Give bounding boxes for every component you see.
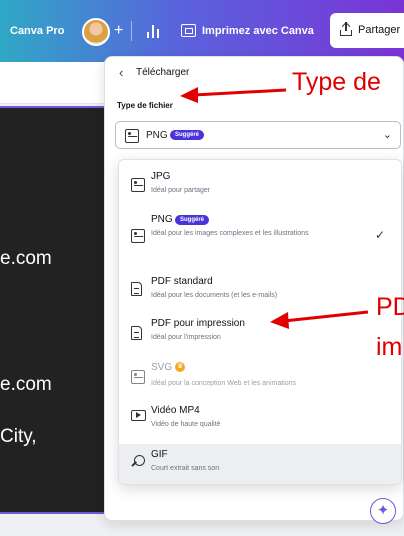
magic-assistant-button[interactable]: ✦ bbox=[370, 498, 396, 524]
format-name: PDF standard bbox=[151, 276, 213, 287]
avatar[interactable] bbox=[82, 18, 110, 46]
annotation-arrow bbox=[270, 310, 369, 329]
insights-icon[interactable] bbox=[146, 22, 162, 38]
format-desc: Idéal pour la conception Web et les anim… bbox=[151, 380, 297, 387]
selected-format: PNG bbox=[146, 130, 168, 141]
format-option-jpg[interactable]: JPG Idéal pour partager bbox=[119, 160, 401, 210]
share-icon bbox=[340, 22, 352, 36]
suggested-badge: Suggéré bbox=[175, 215, 210, 225]
file-type-select[interactable]: PNG Suggéré ⌄ bbox=[115, 121, 401, 149]
share-button[interactable]: Partager bbox=[330, 13, 404, 48]
format-option-mp4[interactable]: Vidéo MP4 Vidéo de haute qualité bbox=[119, 402, 401, 444]
video-icon bbox=[131, 410, 146, 421]
format-name: PNG bbox=[151, 214, 173, 225]
share-label: Partager bbox=[358, 24, 401, 36]
format-name: PDF pour impression bbox=[151, 318, 245, 329]
annotation-arrow bbox=[180, 87, 287, 103]
image-icon bbox=[125, 129, 139, 143]
panel-title: Télécharger bbox=[136, 67, 190, 78]
image-icon bbox=[131, 229, 145, 243]
design-text: City, bbox=[0, 426, 37, 447]
format-name: JPG bbox=[151, 171, 171, 182]
format-desc: Idéal pour partager bbox=[151, 187, 211, 194]
design-text: e.com bbox=[0, 248, 52, 269]
add-collaborator-icon[interactable]: + bbox=[114, 22, 123, 40]
gif-icon bbox=[131, 453, 145, 467]
file-type-label: Type de fichier bbox=[117, 101, 173, 110]
format-name-text: SVG bbox=[151, 362, 173, 373]
annotation-text: Type de bbox=[292, 68, 381, 96]
format-desc: Idéal pour les documents (et les e-mails… bbox=[151, 292, 278, 299]
check-icon: ✓ bbox=[375, 228, 386, 242]
format-option-svg[interactable]: SVG ♛ Idéal pour la conception Web et les… bbox=[119, 358, 401, 402]
format-name: GIF bbox=[151, 449, 168, 460]
suggested-badge: Suggéré bbox=[170, 130, 205, 140]
image-icon bbox=[131, 178, 145, 192]
document-icon bbox=[131, 282, 142, 296]
format-desc: Court extrait sans son bbox=[151, 465, 220, 472]
format-name: SVG ♛ bbox=[151, 362, 186, 373]
format-desc: Idéal pour l'impression bbox=[151, 334, 221, 341]
format-desc: Idéal pour les images complexes et les i… bbox=[151, 230, 309, 237]
annotation-text: PD bbox=[376, 293, 404, 321]
divider bbox=[131, 21, 132, 41]
format-option-gif[interactable]: GIF Court extrait sans son bbox=[119, 444, 401, 484]
design-text: e.com bbox=[0, 374, 52, 395]
format-name: Vidéo MP4 bbox=[151, 405, 200, 416]
crown-icon: ♛ bbox=[175, 362, 186, 373]
format-desc: Vidéo de haute qualité bbox=[151, 421, 221, 428]
image-icon bbox=[131, 370, 145, 384]
canva-pro-label[interactable]: Canva Pro bbox=[10, 25, 64, 37]
document-icon bbox=[131, 326, 142, 340]
back-icon[interactable]: ‹ bbox=[119, 65, 123, 80]
annotation-text: im bbox=[376, 333, 403, 361]
chevron-down-icon: ⌄ bbox=[382, 129, 392, 141]
format-option-png[interactable]: PNG Suggéré Idéal pour les images comple… bbox=[119, 210, 401, 270]
print-icon[interactable] bbox=[181, 24, 196, 37]
print-with-canva-button[interactable]: Imprimez avec Canva bbox=[202, 25, 314, 37]
top-bar: Canva Pro + Imprimez avec Canva Partager bbox=[0, 0, 404, 62]
